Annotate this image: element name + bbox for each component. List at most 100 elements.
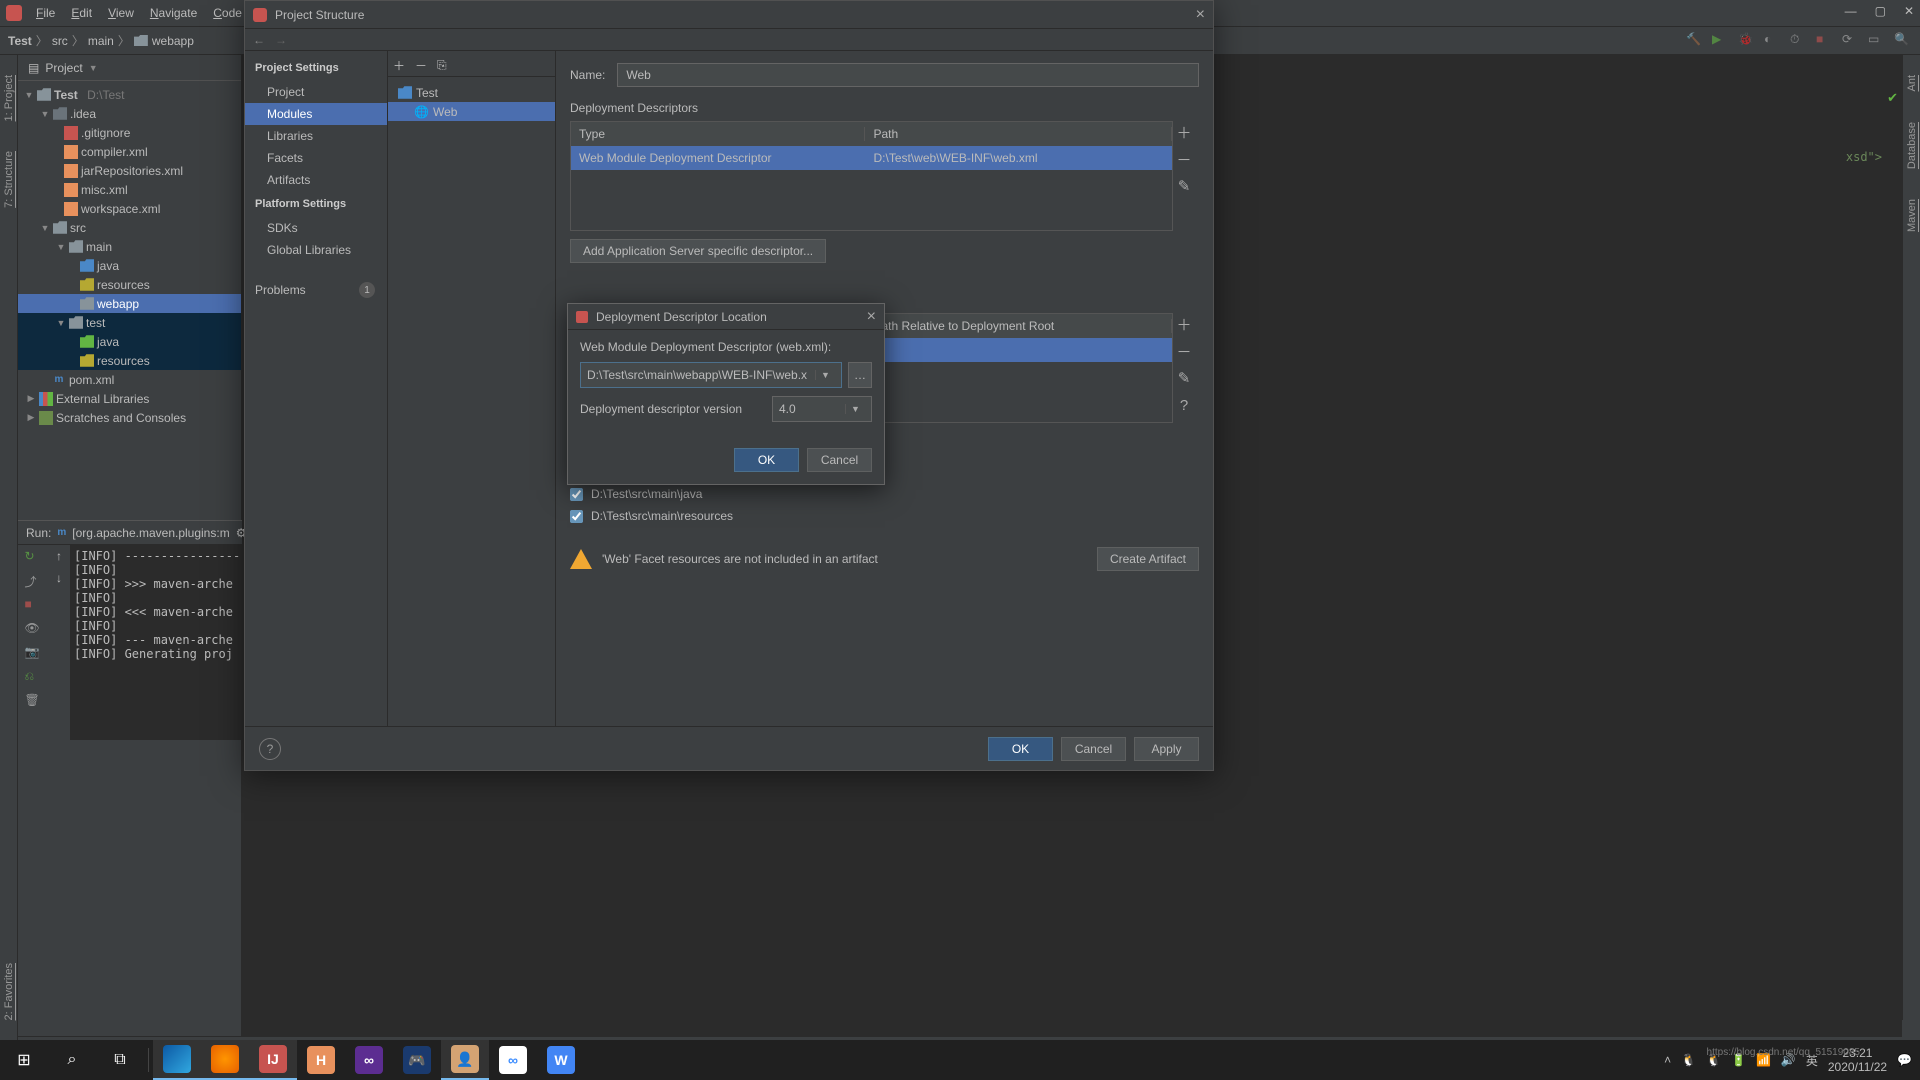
dialog-close-icon[interactable]: × [1196, 6, 1205, 24]
stop-icon[interactable]: ■ [25, 597, 41, 613]
taskbar-app-game[interactable]: 🎮 [393, 1040, 441, 1080]
item-sdks[interactable]: SDKs [245, 217, 387, 239]
apply-button[interactable]: Apply [1134, 737, 1199, 761]
menu-view[interactable]: View [100, 3, 142, 23]
search-everywhere-icon[interactable]: 🔍 [1894, 32, 1912, 50]
search-icon[interactable]: ⌕ [48, 1040, 96, 1080]
crumb-src[interactable]: src [52, 34, 68, 48]
nav-forward-icon[interactable]: → [275, 33, 287, 47]
item-modules[interactable]: Modules [245, 103, 387, 125]
item-libraries[interactable]: Libraries [245, 125, 387, 147]
close-window-icon[interactable]: ✕ [1904, 4, 1914, 18]
add-descriptor-icon[interactable]: ＋ [1173, 121, 1195, 143]
copy-module-icon[interactable]: ⎘ [437, 58, 447, 73]
edit-descriptor-icon[interactable]: ✎ [1173, 175, 1195, 197]
item-project[interactable]: Project [245, 81, 387, 103]
scroll-down-icon[interactable]: ↓ [56, 571, 62, 585]
update-icon[interactable]: ⟳ [1842, 32, 1860, 50]
source-root-item[interactable]: D:\Test\src\main\resources [570, 509, 1199, 523]
descriptor-version-combo[interactable]: 4.0 ▼ [772, 396, 872, 422]
descriptor-path-combo[interactable]: D:\Test\src\main\webapp\WEB-INF\web.x ▼ [580, 362, 842, 388]
edit-resource-icon[interactable]: ✎ [1173, 367, 1195, 389]
add-resource-icon[interactable]: ＋ [1173, 313, 1195, 335]
notification-icon[interactable]: 💬 [1897, 1053, 1912, 1067]
add-module-icon[interactable]: ＋ [393, 57, 405, 74]
browse-button[interactable]: … [848, 362, 872, 388]
taskbar-app-cloud[interactable]: ∞ [489, 1040, 537, 1080]
debug-attach-icon[interactable]: ⤴ [25, 573, 41, 589]
add-server-descriptor-button[interactable]: Add Application Server specific descript… [570, 239, 826, 263]
cancel-button[interactable]: Cancel [807, 448, 872, 472]
remove-resource-icon[interactable]: － [1173, 340, 1195, 362]
sidetab-maven[interactable]: Maven [1906, 199, 1918, 232]
minimize-window-icon[interactable]: — [1845, 4, 1857, 18]
dialog-close-icon[interactable]: × [867, 308, 876, 326]
chevron-down-icon[interactable]: ▼ [845, 404, 865, 414]
toggle-view-icon[interactable]: 👁 [25, 621, 41, 637]
source-root-item[interactable]: D:\Test\src\main\java [570, 487, 1199, 501]
item-artifacts[interactable]: Artifacts [245, 169, 387, 191]
taskbar-app-firefox[interactable] [201, 1040, 249, 1080]
start-button[interactable]: ⊞ [0, 1040, 48, 1080]
menu-edit[interactable]: Edit [63, 3, 100, 23]
sidetab-database[interactable]: Database [1906, 122, 1918, 169]
module-root[interactable]: Test [388, 83, 555, 102]
nav-back-icon[interactable]: ← [253, 33, 265, 47]
taskbar-app-wps[interactable]: W [537, 1040, 585, 1080]
trash-icon[interactable]: 🗑 [25, 693, 41, 709]
sidetab-ant[interactable]: Ant [1906, 75, 1918, 92]
coverage-icon[interactable]: ◐ [1764, 32, 1782, 50]
create-artifact-button[interactable]: Create Artifact [1097, 547, 1199, 571]
project-view-dropdown-icon[interactable]: ▼ [89, 63, 98, 73]
taskbar-app-avatar[interactable]: 👤 [441, 1040, 489, 1080]
remove-module-icon[interactable]: － [415, 57, 427, 74]
crumb-main[interactable]: main [88, 34, 114, 48]
project-view-label[interactable]: Project [45, 61, 82, 75]
profile-icon[interactable]: ⏱ [1790, 32, 1808, 50]
stop-icon[interactable]: ■ [1816, 32, 1834, 50]
sidetab-favorites[interactable]: 2: Favorites [3, 963, 15, 1020]
module-name-input[interactable] [617, 63, 1199, 87]
task-view-icon[interactable]: ⧉ [96, 1040, 144, 1080]
rerun-icon[interactable]: ↻ [25, 549, 41, 565]
item-facets[interactable]: Facets [245, 147, 387, 169]
run-config-name[interactable]: [org.apache.maven.plugins:m [72, 526, 229, 540]
remove-descriptor-icon[interactable]: － [1173, 148, 1195, 170]
build-icon[interactable]: 🔨 [1686, 32, 1704, 50]
ok-button[interactable]: OK [988, 737, 1053, 761]
debug-icon[interactable]: 🐞 [1738, 32, 1756, 50]
console-output[interactable]: [INFO] ------------------ [INFO] [INFO] … [70, 545, 242, 740]
layout-icon[interactable]: ▭ [1868, 32, 1886, 50]
ok-button[interactable]: OK [734, 448, 799, 472]
scroll-up-icon[interactable]: ↑ [56, 549, 62, 563]
menu-navigate[interactable]: Navigate [142, 3, 205, 23]
dump-icon[interactable]: 📷 [25, 645, 41, 661]
chevron-down-icon[interactable]: ▼ [815, 370, 835, 380]
sidetab-structure[interactable]: 7: Structure [3, 151, 15, 208]
tray-icon[interactable]: 🐧 [1681, 1053, 1696, 1067]
descriptors-table[interactable]: Type Path Web Module Deployment Descript… [570, 121, 1173, 231]
menu-file[interactable]: FFileile [28, 3, 63, 23]
item-global-libraries[interactable]: Global Libraries [245, 239, 387, 261]
run-icon[interactable]: ▶ [1712, 32, 1730, 50]
taskbar-app-edge[interactable] [153, 1040, 201, 1080]
module-web[interactable]: 🌐Web [388, 102, 555, 121]
crumb-root[interactable]: Test [8, 34, 32, 48]
item-problems[interactable]: Problems 1 [245, 276, 387, 304]
tray-chevron-up-icon[interactable]: ˄ [1664, 1053, 1671, 1067]
help-icon[interactable]: ? [259, 738, 281, 760]
taskbar-app-vs[interactable]: ∞ [345, 1040, 393, 1080]
taskbar-app-intellij[interactable]: IJ [249, 1040, 297, 1080]
cancel-button[interactable]: Cancel [1061, 737, 1126, 761]
help-resource-icon[interactable]: ? [1173, 394, 1195, 416]
source-root-checkbox[interactable] [570, 488, 583, 501]
maximize-window-icon[interactable]: ▢ [1875, 4, 1886, 18]
sidetab-project[interactable]: 1: Project [3, 75, 15, 121]
resources-folder-icon [80, 278, 94, 292]
taskbar-app-h[interactable]: H [297, 1040, 345, 1080]
source-root-checkbox[interactable] [570, 510, 583, 523]
restore-layout-icon[interactable]: ⎌ [25, 669, 41, 685]
crumb-webapp[interactable]: webapp [134, 34, 194, 48]
deployment-descriptor-location-dialog: Deployment Descriptor Location × Web Mod… [567, 303, 885, 485]
table-row[interactable]: Web Module Deployment Descriptor D:\Test… [571, 146, 1172, 170]
